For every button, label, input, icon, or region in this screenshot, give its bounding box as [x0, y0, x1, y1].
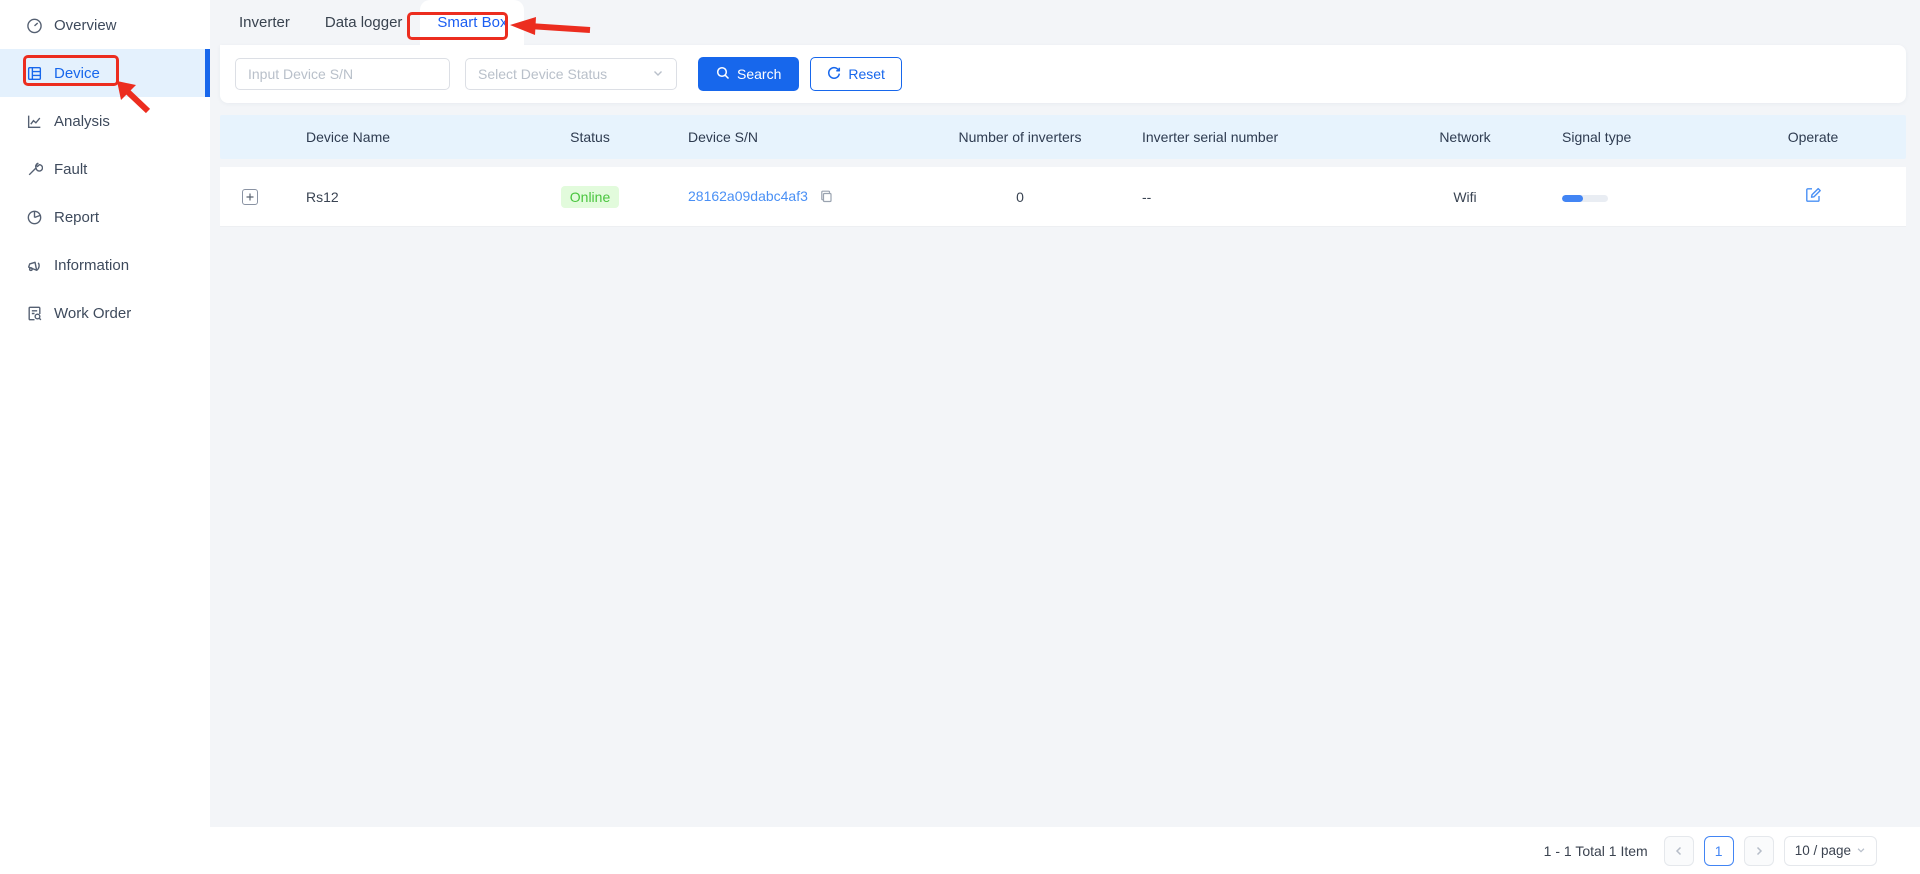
search-button[interactable]: Search: [698, 57, 799, 91]
device-sn-input[interactable]: [235, 58, 450, 90]
table-header: Device Name Status Device S/N Number of …: [220, 115, 1906, 159]
chevron-down-icon: [1856, 843, 1866, 858]
sidebar-item-label: Overview: [54, 17, 117, 34]
col-inverter-serial: Inverter serial number: [1140, 129, 1390, 145]
sidebar-item-label: Report: [54, 209, 99, 226]
col-network: Network: [1390, 129, 1540, 145]
sidebar-item-analysis[interactable]: Analysis: [0, 97, 210, 145]
device-list-icon: [26, 65, 43, 82]
cell-status: Online: [540, 186, 640, 208]
sidebar-item-device[interactable]: Device: [0, 49, 210, 97]
search-icon: [716, 66, 730, 83]
search-button-label: Search: [737, 66, 781, 82]
main-content: Inverter Data logger Smart Box Select De…: [210, 0, 1920, 827]
cell-inverter-serial: --: [1140, 189, 1390, 205]
cell-network: Wifi: [1390, 189, 1540, 205]
app-window: Overview Device Analysis: [0, 0, 1920, 874]
pagination-bar: 1 - 1 Total 1 Item 1 10 / page: [0, 827, 1920, 874]
reset-button-label: Reset: [848, 66, 885, 82]
device-type-tabs: Inverter Data logger Smart Box: [220, 0, 1906, 45]
col-operate: Operate: [1720, 129, 1906, 145]
cell-operate: [1720, 186, 1906, 207]
sidebar-item-overview[interactable]: Overview: [0, 1, 210, 49]
megaphone-icon: [26, 257, 43, 274]
sidebar-item-label: Work Order: [54, 305, 131, 322]
chart-line-icon: [26, 113, 43, 130]
sidebar-item-report[interactable]: Report: [0, 193, 210, 241]
cell-device-sn: 28162a09dabc4af3: [640, 188, 900, 206]
col-signal-type: Signal type: [1540, 129, 1720, 145]
expand-cell: [220, 189, 280, 205]
page-number-1[interactable]: 1: [1704, 836, 1734, 866]
sidebar-item-work-order[interactable]: Work Order: [0, 289, 210, 337]
cell-signal-type: [1540, 189, 1720, 205]
prev-page-button[interactable]: [1664, 836, 1694, 866]
reset-button[interactable]: Reset: [810, 57, 902, 91]
device-status-select-placeholder: Select Device Status: [478, 66, 607, 82]
expand-row-button[interactable]: [242, 189, 258, 205]
table-row: Rs12 Online 28162a09dabc4af3 0 -- Wifi: [220, 167, 1906, 227]
status-badge: Online: [561, 186, 619, 208]
gauge-icon: [26, 17, 43, 34]
sidebar-item-label: Information: [54, 257, 129, 274]
edit-icon[interactable]: [1804, 186, 1822, 204]
tab-data-logger[interactable]: Data logger: [325, 0, 403, 45]
device-sn-link[interactable]: 28162a09dabc4af3: [688, 188, 808, 204]
device-status-select[interactable]: Select Device Status: [465, 58, 677, 90]
col-device-name: Device Name: [280, 129, 540, 145]
sidebar-item-fault[interactable]: Fault: [0, 145, 210, 193]
pagination-total: 1 - 1 Total 1 Item: [1544, 843, 1648, 859]
refresh-icon: [827, 66, 841, 83]
chevron-down-icon: [652, 66, 664, 82]
sidebar-item-label: Analysis: [54, 113, 110, 130]
document-search-icon: [26, 305, 43, 322]
sidebar-item-label: Fault: [54, 161, 87, 178]
signal-strength-bar: [1562, 195, 1608, 202]
tab-inverter[interactable]: Inverter: [239, 0, 290, 45]
copy-icon[interactable]: [820, 190, 833, 206]
col-status: Status: [540, 129, 640, 145]
wrench-icon: [26, 161, 43, 178]
sidebar: Overview Device Analysis: [0, 0, 210, 827]
filter-bar: Select Device Status Search: [220, 45, 1906, 103]
sidebar-item-label: Device: [54, 65, 100, 82]
page-size-select[interactable]: 10 / page: [1784, 836, 1877, 866]
col-num-inverters: Number of inverters: [900, 129, 1140, 145]
cell-num-inverters: 0: [900, 189, 1140, 205]
tab-smart-box[interactable]: Smart Box: [420, 0, 524, 45]
sidebar-item-information[interactable]: Information: [0, 241, 210, 289]
signal-strength-fill: [1562, 195, 1583, 202]
col-device-sn: Device S/N: [640, 129, 900, 145]
page-size-value: 10 / page: [1795, 843, 1851, 858]
cell-device-name: Rs12: [280, 189, 540, 205]
pie-chart-icon: [26, 209, 43, 226]
next-page-button[interactable]: [1744, 836, 1774, 866]
